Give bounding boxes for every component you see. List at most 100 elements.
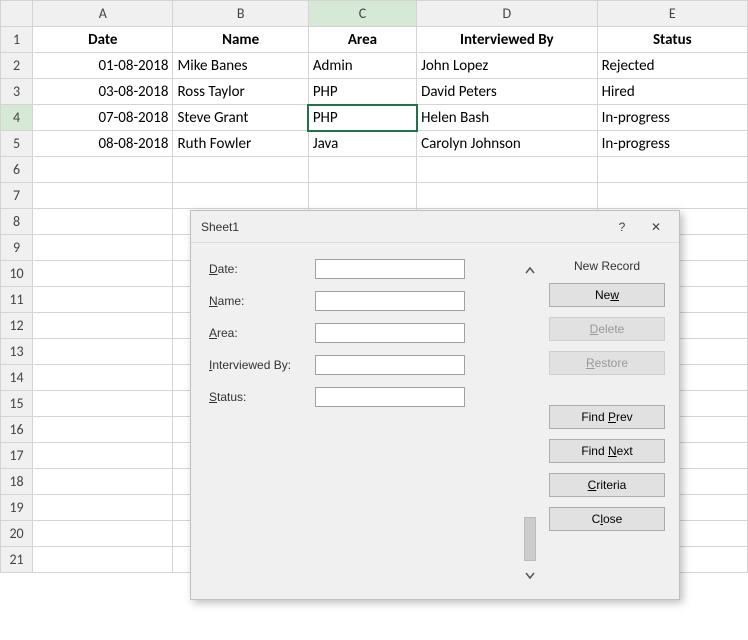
cell[interactable] (308, 183, 416, 209)
find-prev-button[interactable]: Find Prev (549, 405, 665, 429)
scroll-track[interactable] (522, 283, 538, 563)
help-button[interactable]: ? (605, 215, 639, 239)
interviewed-by-input[interactable] (315, 355, 465, 375)
cell[interactable] (33, 261, 173, 287)
cell[interactable] (308, 157, 416, 183)
cell[interactable]: PHP (308, 79, 416, 105)
cell[interactable] (33, 313, 173, 339)
cell[interactable] (597, 183, 747, 209)
scroll-up-icon[interactable] (522, 263, 538, 279)
row-header-1[interactable]: 1 (1, 27, 33, 53)
cell[interactable] (597, 157, 747, 183)
area-input[interactable] (315, 323, 465, 343)
criteria-button[interactable]: Criteria (549, 473, 665, 497)
cell[interactable]: John Lopez (417, 53, 597, 79)
cell[interactable]: Rejected (597, 53, 747, 79)
row-header[interactable]: 16 (1, 417, 33, 443)
cell[interactable] (173, 183, 308, 209)
col-header-A[interactable]: A (33, 1, 173, 27)
date-input[interactable] (315, 259, 465, 279)
cell[interactable]: In-progress (597, 105, 747, 131)
cell[interactable]: 08-08-2018 (33, 131, 173, 157)
cell[interactable]: Status (597, 27, 747, 53)
row-header[interactable]: 8 (1, 209, 33, 235)
row-header[interactable]: 9 (1, 235, 33, 261)
row-header[interactable]: 21 (1, 547, 33, 573)
cell[interactable]: 03-08-2018 (33, 79, 173, 105)
row-header[interactable]: 7 (1, 183, 33, 209)
cell[interactable] (33, 521, 173, 547)
row-header[interactable]: 18 (1, 469, 33, 495)
scroll-thumb[interactable] (524, 517, 536, 561)
cell[interactable]: Ruth Fowler (173, 131, 308, 157)
cell[interactable] (417, 183, 597, 209)
col-header-B[interactable]: B (173, 1, 308, 27)
cell-active[interactable]: PHP (308, 105, 416, 131)
status-label: Status: (209, 390, 315, 404)
new-button[interactable]: New (549, 283, 665, 307)
cell[interactable]: 07-08-2018 (33, 105, 173, 131)
cell[interactable]: Admin (308, 53, 416, 79)
cell[interactable]: Area (308, 27, 416, 53)
cell[interactable]: Steve Grant (173, 105, 308, 131)
cell[interactable] (33, 365, 173, 391)
row-header[interactable]: 11 (1, 287, 33, 313)
cell[interactable] (33, 157, 173, 183)
record-status-label: New Record (549, 259, 665, 273)
close-window-button[interactable]: ✕ (639, 215, 673, 239)
cell[interactable]: Helen Bash (417, 105, 597, 131)
row-header[interactable]: 6 (1, 157, 33, 183)
cell[interactable] (33, 417, 173, 443)
cell[interactable] (173, 157, 308, 183)
cell[interactable] (33, 339, 173, 365)
cell[interactable]: Date (33, 27, 173, 53)
row-header-2[interactable]: 2 (1, 53, 33, 79)
row-header[interactable]: 17 (1, 443, 33, 469)
cell[interactable] (33, 495, 173, 521)
row-header-5[interactable]: 5 (1, 131, 33, 157)
row-header-3[interactable]: 3 (1, 79, 33, 105)
cell[interactable] (33, 469, 173, 495)
row-header[interactable]: 10 (1, 261, 33, 287)
col-header-E[interactable]: E (597, 1, 747, 27)
cell[interactable]: Ross Taylor (173, 79, 308, 105)
dialog-titlebar[interactable]: Sheet1 ? ✕ (191, 211, 679, 243)
row-header[interactable]: 13 (1, 339, 33, 365)
dialog-title: Sheet1 (201, 220, 605, 234)
row-header[interactable]: 14 (1, 365, 33, 391)
select-all-cell[interactable] (1, 1, 33, 27)
cell[interactable]: David Peters (417, 79, 597, 105)
cell[interactable]: Java (308, 131, 416, 157)
cell[interactable]: Mike Banes (173, 53, 308, 79)
delete-button[interactable]: Delete (549, 317, 665, 341)
col-header-D[interactable]: D (417, 1, 597, 27)
row-header[interactable]: 19 (1, 495, 33, 521)
restore-button[interactable]: Restore (549, 351, 665, 375)
cell[interactable]: Carolyn Johnson (417, 131, 597, 157)
close-button[interactable]: Close (549, 507, 665, 531)
cell[interactable] (33, 209, 173, 235)
cell[interactable]: 01-08-2018 (33, 53, 173, 79)
cell[interactable] (33, 443, 173, 469)
cell[interactable]: In-progress (597, 131, 747, 157)
find-next-button[interactable]: Find Next (549, 439, 665, 463)
cell[interactable]: Name (173, 27, 308, 53)
scroll-down-icon[interactable] (522, 567, 538, 583)
area-label: Area: (209, 326, 315, 340)
row-header[interactable]: 15 (1, 391, 33, 417)
cell[interactable] (33, 547, 173, 573)
cell[interactable] (33, 391, 173, 417)
cell[interactable]: Interviewed By (417, 27, 597, 53)
cell[interactable] (33, 287, 173, 313)
name-input[interactable] (315, 291, 465, 311)
data-form-dialog: Sheet1 ? ✕ Date: Name: Area: Interviewed… (190, 210, 680, 600)
row-header[interactable]: 20 (1, 521, 33, 547)
cell[interactable] (33, 183, 173, 209)
col-header-C[interactable]: C (308, 1, 416, 27)
status-input[interactable] (315, 387, 465, 407)
cell[interactable] (33, 235, 173, 261)
row-header[interactable]: 12 (1, 313, 33, 339)
cell[interactable] (417, 157, 597, 183)
row-header-4[interactable]: 4 (1, 105, 33, 131)
cell[interactable]: Hired (597, 79, 747, 105)
